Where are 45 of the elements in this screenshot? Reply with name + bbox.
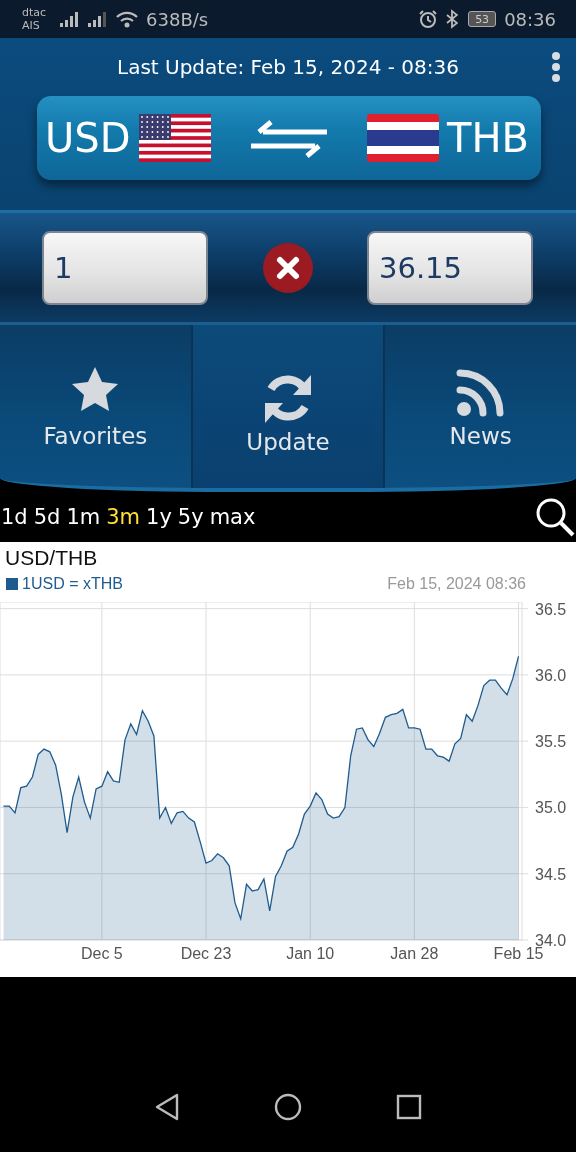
clear-icon[interactable] [262, 242, 313, 293]
recents-icon[interactable] [396, 1094, 422, 1120]
currency-code: USD [45, 115, 131, 161]
chart-timestamp: Feb 15, 2024 08:36 [387, 574, 526, 593]
chart-title: USD/THB [4, 545, 99, 570]
last-update-text: Last Update: Feb 15, 2024 - 08:36 [117, 55, 459, 79]
clock: 08:36 [504, 8, 556, 30]
axis-label: Dec 23 [180, 944, 232, 962]
signal-icon [60, 10, 81, 28]
battery-icon: 53 [468, 11, 497, 27]
axis-label: Jan 28 [390, 944, 439, 962]
alarm-icon [418, 9, 439, 29]
range-tab[interactable]: 5y [177, 505, 204, 529]
network-speed: 638B/s [146, 8, 209, 30]
wifi-icon [116, 10, 139, 28]
carrier-name: dtac AIS [22, 6, 47, 32]
home-icon[interactable] [274, 1093, 302, 1121]
range-tab[interactable]: 1y [146, 505, 172, 529]
news-button[interactable]: News [385, 325, 576, 488]
axis-label: 35.0 [535, 799, 567, 817]
axis-label: 36.5 [535, 601, 567, 618]
swap-icon[interactable] [248, 118, 329, 158]
range-tab[interactable]: 5d [33, 505, 61, 529]
currency-pair-bar[interactable]: USD THB [37, 96, 541, 180]
amount-field[interactable]: 1 [42, 230, 208, 305]
axis-label: 36.0 [535, 666, 567, 684]
back-icon[interactable] [154, 1093, 180, 1121]
currency-code: THB [447, 115, 529, 161]
legend-label: 1USD = xTHB [22, 574, 123, 593]
flag-icon [366, 114, 439, 162]
range-tab[interactable]: 3m [106, 505, 141, 529]
axis-label: 34.5 [535, 865, 567, 883]
axis-label: 35.5 [535, 732, 567, 750]
bluetooth-icon [446, 9, 459, 29]
axis-label: Dec 5 [80, 944, 123, 962]
range-tab[interactable]: 1d [1, 505, 28, 529]
range-tab[interactable]: 1m [66, 505, 101, 529]
search-icon[interactable] [535, 497, 575, 537]
axis-label: Jan 10 [286, 944, 335, 962]
range-tab[interactable]: max [209, 505, 256, 529]
result-field[interactable]: 36.15 [367, 230, 533, 305]
update-button[interactable]: Update [192, 325, 386, 488]
more-options-icon[interactable] [551, 52, 561, 82]
flag-icon [138, 114, 211, 162]
signal-icon [88, 10, 109, 28]
